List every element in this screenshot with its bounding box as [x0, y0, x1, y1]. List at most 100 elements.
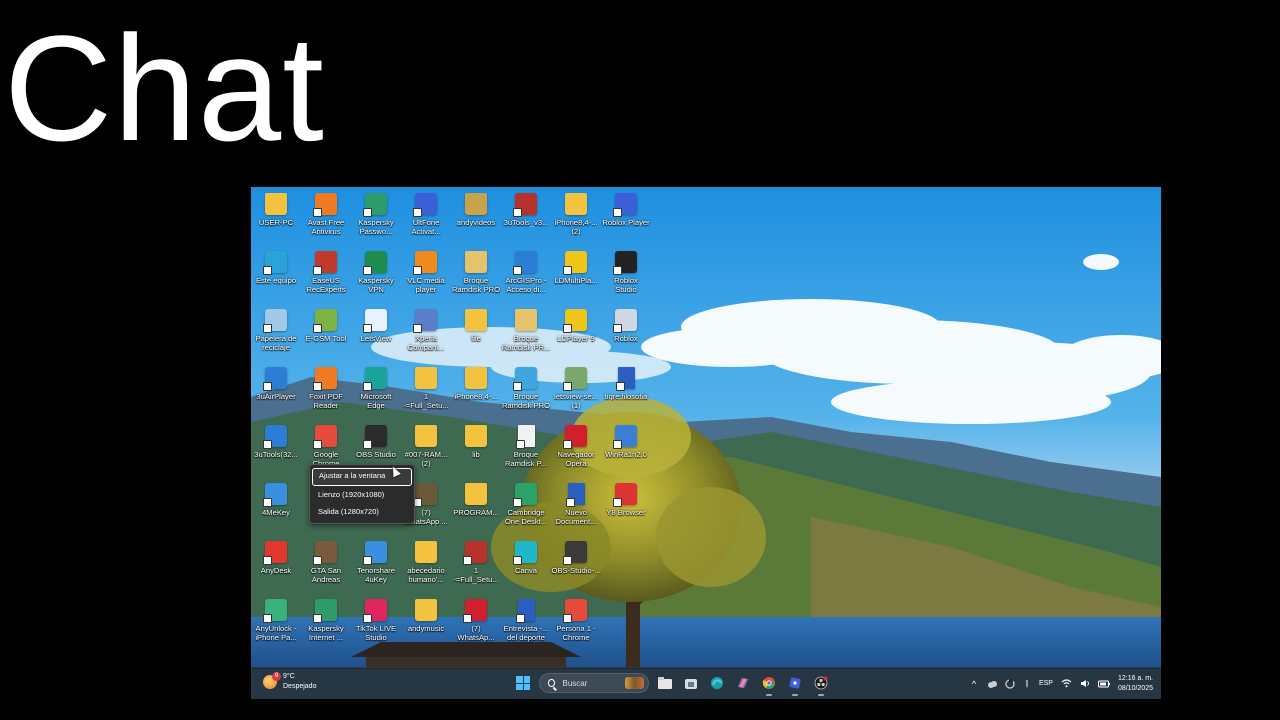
desktop-icon[interactable]: lib	[451, 421, 501, 477]
roblox-button[interactable]	[785, 673, 805, 696]
desktop-icon[interactable]: AnyDesk	[251, 537, 301, 593]
desktop-icon-label: AnyUnlock - iPhone Pa...	[255, 624, 297, 642]
desktop-icon[interactable]: EaseUS RecExperts	[301, 247, 351, 303]
battery-icon[interactable]	[1097, 680, 1110, 688]
wifi-icon[interactable]	[1061, 679, 1072, 688]
desktop-icon[interactable]: 4MeKey	[251, 479, 301, 535]
chrome-button[interactable]	[759, 673, 779, 696]
desktop-icon[interactable]: USER-PC	[251, 189, 301, 245]
desktop-icon[interactable]: OBS-Studio-...	[551, 537, 601, 593]
language-indicator[interactable]: ESP	[1039, 680, 1053, 687]
desktop-icon[interactable]: Kaspersky Passwo...	[351, 189, 401, 245]
desktop-icon[interactable]: Persona 1 - Chrome	[551, 595, 601, 651]
desktop-icon[interactable]: Tenorshare 4uKey	[351, 537, 401, 593]
menu-item-output[interactable]: Salida (1280x720)	[312, 504, 412, 520]
desktop-icon[interactable]: ArcGISPro - Acceso di...	[501, 247, 551, 303]
app-icon	[263, 425, 287, 449]
desktop-icon[interactable]: abecedario humano'...	[401, 537, 451, 593]
folder-icon	[465, 483, 487, 505]
desktop-icon[interactable]: Roblox Player	[601, 189, 651, 245]
app-icon	[613, 251, 637, 275]
desktop-icon-label: Avast Free Antivirus	[307, 218, 345, 236]
desktop-icon[interactable]: TikTok LIVE Studio	[351, 595, 401, 651]
folder-icon	[465, 367, 487, 389]
app-icon	[463, 599, 487, 623]
desktop-icon[interactable]: 1 -=Full_Setu...	[401, 363, 451, 419]
taskbar-search[interactable]	[539, 673, 649, 693]
desktop-icon[interactable]: Papelera de reciclaje	[251, 305, 301, 361]
desktop-icon[interactable]: 1 -=Full_Setu...	[451, 537, 501, 593]
desktop-icon[interactable]: Navegador Opera	[551, 421, 601, 477]
desktop-icon[interactable]: Nuevo Document...	[551, 479, 601, 535]
desktop-icon[interactable]: Broque Ramdisk PR...	[501, 305, 551, 361]
app-icon	[363, 309, 387, 333]
desktop-icon[interactable]: Roblox Studio	[601, 247, 651, 303]
taskbar-clock[interactable]: 12:16 a. m. 08/10/2025	[1118, 674, 1153, 694]
menu-item-canvas[interactable]: Lienzo (1920x1080)	[312, 487, 412, 503]
desktop-icon-label: lib	[472, 450, 480, 459]
desktop-icon[interactable]: Xperia Compani...	[401, 305, 451, 361]
pen-icon[interactable]	[1023, 679, 1031, 689]
desktop-icon[interactable]: AnyUnlock - iPhone Pa...	[251, 595, 301, 651]
desktop-icon[interactable]: Kaspersky Internet ...	[301, 595, 351, 651]
desktop-icon[interactable]: WinRa1n2.0	[601, 421, 651, 477]
desktop-icon[interactable]: Broque Ramdisk PRO	[451, 247, 501, 303]
desktop-icon[interactable]: Broque Ramdisk P...	[501, 421, 551, 477]
copilot-button[interactable]	[733, 673, 753, 693]
desktop-icon[interactable]: iPhone8,4-... (2)	[551, 189, 601, 245]
desktop-icon[interactable]: LetsView	[351, 305, 401, 361]
desktop-icon[interactable]: Microsoft Edge	[351, 363, 401, 419]
desktop-icon[interactable]: Foxit PDF Reader	[301, 363, 351, 419]
desktop-icon[interactable]: iPhone8,4-...	[451, 363, 501, 419]
desktop-icon[interactable]: 3uAirPlayer	[251, 363, 301, 419]
sync-icon[interactable]	[1005, 678, 1015, 689]
desktop-icon[interactable]: Y8 Browser	[601, 479, 651, 535]
desktop-icon[interactable]: (7) WhatsAp...	[451, 595, 501, 651]
folder-icon	[565, 193, 587, 215]
app-icon	[563, 309, 587, 333]
desktop-icon[interactable]: 3uTools_v3...	[501, 189, 551, 245]
volume-icon[interactable]	[1080, 679, 1090, 688]
desktop-icon[interactable]: LDMultiPla...	[551, 247, 601, 303]
app-icon	[263, 599, 287, 623]
desktop-icon[interactable]: LDPlayer 9	[551, 305, 601, 361]
desktop-icon-label: Foxit PDF Reader	[309, 392, 343, 410]
app-icon	[563, 367, 587, 391]
desktop-icon[interactable]: Avast Free Antivirus	[301, 189, 351, 245]
desktop-icon[interactable]: Entrevista -... del deporte	[501, 595, 551, 651]
desktop-icon[interactable]: andyvideos	[451, 189, 501, 245]
desktop-icon[interactable]: UltFone Activat...	[401, 189, 451, 245]
desktop-icon[interactable]: file	[451, 305, 501, 361]
desktop-icon[interactable]: Este equipo	[251, 247, 301, 303]
desktop-screen: USER-PC Avast Free Antivirus Kaspersky Pas…	[251, 187, 1161, 699]
edge-button[interactable]	[707, 673, 727, 693]
weather-widget[interactable]: 9 9°C Despejado	[263, 672, 316, 692]
desktop-icon[interactable]: Kaspersky VPN	[351, 247, 401, 303]
desktop-icon[interactable]: Roblox	[601, 305, 651, 361]
desktop-icon[interactable]: 3uTools(32...	[251, 421, 301, 477]
store-button[interactable]	[681, 673, 701, 693]
desktop-icon[interactable]: Broque Ramdisk PRO	[501, 363, 551, 419]
desktop-icon[interactable]: andymusic	[401, 595, 451, 651]
obs-button[interactable]	[811, 673, 831, 696]
chevron-up-icon[interactable]: ^	[969, 679, 979, 689]
desktop-icon-label: E-GSM Tool	[305, 334, 347, 343]
desktop-icon-label: LetsView	[360, 334, 392, 343]
search-input[interactable]	[560, 677, 625, 689]
desktop-icon-label: 3uTools_v3...	[503, 218, 549, 227]
desktop-icon[interactable]: Canva	[501, 537, 551, 593]
desktop-icon[interactable]: E-GSM Tool	[301, 305, 351, 361]
edge-icon	[711, 677, 723, 689]
desktop-icon[interactable]: GTA San Andreas	[301, 537, 351, 593]
desktop-icon[interactable]: VLC media player	[401, 247, 451, 303]
desktop-icon[interactable]: PROGRAM...	[451, 479, 501, 535]
desktop-icon-label: Broque Ramdisk PR...	[501, 334, 551, 352]
desktop-icon[interactable]: Cambridge One Deskt...	[501, 479, 551, 535]
folder-icon	[415, 541, 437, 563]
desktop-icon[interactable]: tigre.filosofia	[601, 363, 651, 419]
desktop-icon-label: UltFone Activat...	[411, 218, 441, 236]
file-explorer-button[interactable]	[655, 673, 675, 693]
desktop-icon[interactable]: letsview-se... (1)	[551, 363, 601, 419]
start-button[interactable]	[513, 673, 533, 693]
onedrive-icon[interactable]	[987, 679, 997, 689]
